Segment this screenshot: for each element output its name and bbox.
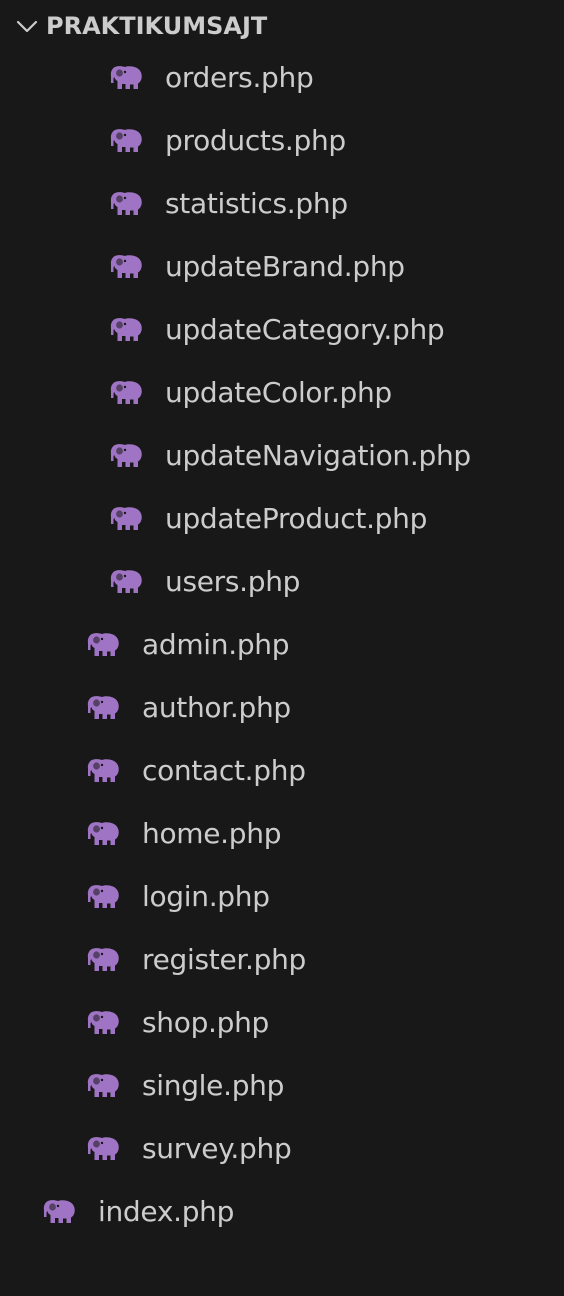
file-name: updateCategory.php [165,313,445,346]
file-name: statistics.php [165,187,348,220]
php-elephant-icon [109,569,143,595]
file-row[interactable]: contact.php [0,739,564,802]
file-row[interactable]: register.php [0,928,564,991]
file-row[interactable]: admin.php [0,613,564,676]
php-elephant-icon [86,632,120,658]
file-name: index.php [98,1195,235,1228]
php-elephant-icon [109,380,143,406]
file-name: single.php [142,1069,285,1102]
file-row[interactable]: updateProduct.php [0,487,564,550]
php-elephant-icon [109,506,143,532]
php-elephant-icon [109,254,143,280]
php-elephant-icon [86,947,120,973]
file-row[interactable]: home.php [0,802,564,865]
php-elephant-icon [86,884,120,910]
file-row[interactable]: index.php [0,1180,564,1243]
file-name: register.php [142,943,307,976]
file-name: shop.php [142,1006,270,1039]
file-row[interactable]: author.php [0,676,564,739]
file-name: author.php [142,691,291,724]
file-name: updateColor.php [165,376,392,409]
php-elephant-icon [109,65,143,91]
file-name: orders.php [165,61,314,94]
file-name: home.php [142,817,282,850]
file-explorer: PRAKTIKUMSAJT orders.php products.php st… [0,0,564,1296]
file-row[interactable]: login.php [0,865,564,928]
php-elephant-icon [86,821,120,847]
file-name: contact.php [142,754,306,787]
file-name: updateBrand.php [165,250,405,283]
file-name: updateProduct.php [165,502,428,535]
php-elephant-icon [109,191,143,217]
php-elephant-icon [86,758,120,784]
php-elephant-icon [86,1136,120,1162]
file-row[interactable]: updateBrand.php [0,235,564,298]
file-row[interactable]: products.php [0,109,564,172]
folder-label: PRAKTIKUMSAJT [46,12,268,40]
file-tree: orders.php products.php statistics.php u… [0,46,564,1243]
file-name: admin.php [142,628,290,661]
file-row[interactable]: updateNavigation.php [0,424,564,487]
file-row[interactable]: users.php [0,550,564,613]
php-elephant-icon [109,443,143,469]
file-name: updateNavigation.php [165,439,471,472]
file-name: products.php [165,124,346,157]
file-row[interactable]: updateColor.php [0,361,564,424]
file-row[interactable]: shop.php [0,991,564,1054]
file-row[interactable]: orders.php [0,46,564,109]
file-row[interactable]: statistics.php [0,172,564,235]
file-name: login.php [142,880,270,913]
php-elephant-icon [86,1073,120,1099]
file-name: users.php [165,565,301,598]
php-elephant-icon [109,317,143,343]
folder-row-praktikumsajt[interactable]: PRAKTIKUMSAJT [0,0,564,52]
php-elephant-icon [86,695,120,721]
chevron-down-icon[interactable] [16,15,38,37]
file-row[interactable]: survey.php [0,1117,564,1180]
php-elephant-icon [109,128,143,154]
file-row[interactable]: single.php [0,1054,564,1117]
file-row[interactable]: updateCategory.php [0,298,564,361]
file-name: survey.php [142,1132,292,1165]
php-elephant-icon [42,1199,76,1225]
php-elephant-icon [86,1010,120,1036]
